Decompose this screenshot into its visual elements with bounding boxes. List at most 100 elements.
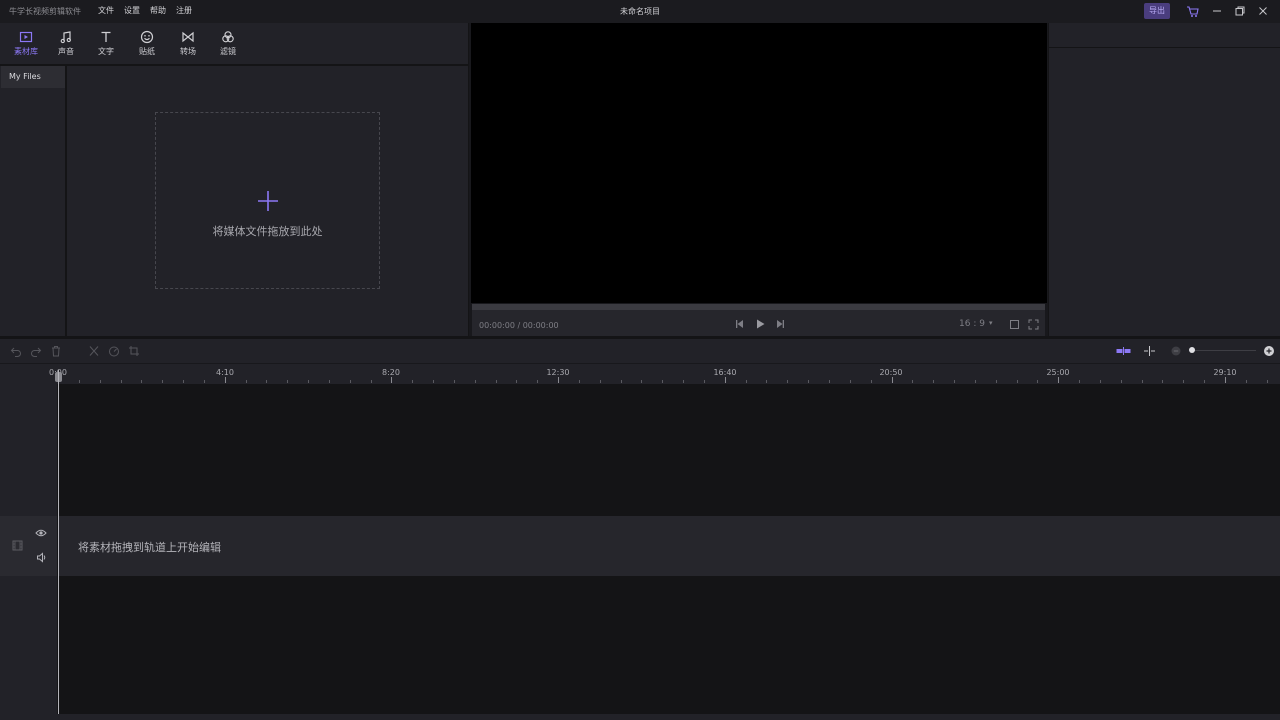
export-button[interactable]: 导出	[1144, 3, 1170, 19]
redo-icon[interactable]	[30, 345, 42, 357]
preview-panel: 00:00:00 / 00:00:00 16 : 9 ▾	[469, 23, 1048, 336]
speaker-icon[interactable]	[36, 552, 47, 563]
preview-controls: 00:00:00 / 00:00:00 16 : 9 ▾	[472, 304, 1045, 336]
chevron-down-icon[interactable]: ▾	[989, 319, 993, 327]
ruler-tick	[1079, 380, 1080, 383]
properties-panel	[1049, 23, 1280, 336]
ruler-tick	[600, 380, 601, 383]
ruler-tick	[683, 380, 684, 383]
tool-label: 素材库	[14, 47, 38, 56]
ruler-tick	[496, 380, 497, 383]
track-hint: 将素材拖拽到轨道上开始编辑	[78, 541, 221, 554]
aspect-ratio[interactable]: 16 : 9	[959, 319, 985, 329]
ruler-tick	[933, 380, 934, 383]
next-frame-icon[interactable]	[774, 318, 786, 330]
ruler-tick	[433, 380, 434, 383]
zoom-in-icon[interactable]	[1263, 345, 1275, 357]
ruler-tick	[1142, 380, 1143, 383]
preview-scrubber[interactable]	[472, 304, 1045, 310]
filter-circles-icon	[222, 31, 234, 43]
ruler-tick	[516, 380, 517, 383]
ruler-tick	[871, 380, 872, 383]
tool-audio[interactable]: 声音	[51, 30, 81, 57]
tool-filter[interactable]: 滤镜	[213, 30, 243, 57]
media-drop-zone[interactable]: 将媒体文件拖放到此处	[155, 112, 380, 289]
media-library-icon	[19, 31, 33, 43]
ruler-tick	[246, 380, 247, 383]
ruler-tick	[766, 380, 767, 383]
restore-icon[interactable]	[1233, 4, 1247, 18]
ruler-tick	[1162, 380, 1163, 383]
timecode: 00:00:00 / 00:00:00	[479, 321, 559, 330]
playhead[interactable]	[58, 370, 59, 714]
ruler-tick	[266, 380, 267, 383]
sidebar-item-my-files[interactable]: My Files	[1, 66, 65, 88]
sticker-smiley-icon	[140, 30, 154, 44]
zoom-slider-handle[interactable]	[1189, 347, 1195, 353]
tool-sticker[interactable]: 贴纸	[132, 30, 162, 57]
delete-icon[interactable]	[50, 345, 62, 357]
ruler-tick	[641, 380, 642, 383]
ruler-tick	[954, 380, 955, 383]
ruler-tick	[412, 380, 413, 383]
main-video-track[interactable]: 将素材拖拽到轨道上开始编辑	[59, 516, 1280, 576]
ruler-label: 12:30	[546, 368, 570, 377]
transition-bowtie-icon	[182, 31, 194, 43]
snap-toggle-icon[interactable]	[1116, 345, 1131, 357]
music-note-icon	[60, 31, 71, 44]
ruler-tick	[391, 377, 392, 383]
minimize-icon[interactable]	[1210, 4, 1224, 18]
asset-toolbar: 素材库 声音 文字 贴纸 转场 滤镜	[0, 23, 468, 65]
close-icon[interactable]	[1256, 4, 1270, 18]
ruler-tick	[79, 380, 80, 383]
ruler-tick	[1204, 380, 1205, 383]
ruler-tick	[1121, 380, 1122, 383]
undo-icon[interactable]	[10, 345, 22, 357]
speed-icon[interactable]	[108, 345, 120, 357]
prev-frame-icon[interactable]	[734, 318, 746, 330]
tool-text[interactable]: 文字	[91, 30, 121, 57]
timeline-ruler[interactable]: 0:00 4:10 8:20 12:30 16:40 20:50 25:00 2…	[0, 363, 1280, 384]
play-icon[interactable]	[754, 318, 766, 330]
library-sidebar: My Files	[0, 66, 66, 336]
drop-hint: 将媒体文件拖放到此处	[212, 225, 323, 238]
title-bar: 牛学长视频剪辑软件 文件 设置 帮助 注册 未命名项目 导出	[0, 0, 1280, 23]
ruler-tick	[558, 377, 559, 383]
ruler-tick	[141, 380, 142, 383]
ruler-tick	[1225, 377, 1226, 383]
ruler-label: 25:00	[1046, 368, 1070, 377]
ruler-tick	[850, 380, 851, 383]
bottom-strip	[0, 714, 1280, 720]
ruler-label: 20:50	[879, 368, 903, 377]
ruler-tick	[287, 380, 288, 383]
ruler-tick	[204, 380, 205, 383]
zoom-slider-track[interactable]	[1192, 350, 1256, 351]
zoom-out-icon[interactable]	[1170, 345, 1182, 357]
eye-icon[interactable]	[35, 528, 47, 538]
ruler-tick	[808, 380, 809, 383]
tool-label: 滤镜	[220, 47, 236, 56]
tool-transition[interactable]: 转场	[173, 30, 203, 57]
tool-media-library[interactable]: 素材库	[11, 30, 41, 57]
ruler-tick	[162, 380, 163, 383]
ruler-tick	[225, 377, 226, 383]
ruler-tick	[1267, 380, 1268, 383]
tool-label: 贴纸	[139, 47, 155, 56]
project-title: 未命名项目	[620, 7, 660, 16]
ruler-tick	[1246, 380, 1247, 383]
crop-icon[interactable]	[128, 345, 140, 357]
film-strip-icon	[12, 540, 23, 551]
ruler-tick	[892, 377, 893, 383]
track-split-icon[interactable]	[1143, 345, 1156, 357]
cart-icon[interactable]	[1186, 5, 1200, 18]
ruler-tick	[1100, 380, 1101, 383]
add-media-plus-icon[interactable]	[257, 190, 279, 212]
ruler-tick	[787, 380, 788, 383]
split-icon[interactable]	[88, 345, 100, 357]
ruler-tick	[1037, 380, 1038, 383]
fullscreen-icon[interactable]	[1028, 319, 1039, 330]
ruler-tick	[1183, 380, 1184, 383]
ruler-tick	[475, 380, 476, 383]
crop-frame-icon[interactable]	[1009, 319, 1020, 330]
ruler-tick	[996, 380, 997, 383]
